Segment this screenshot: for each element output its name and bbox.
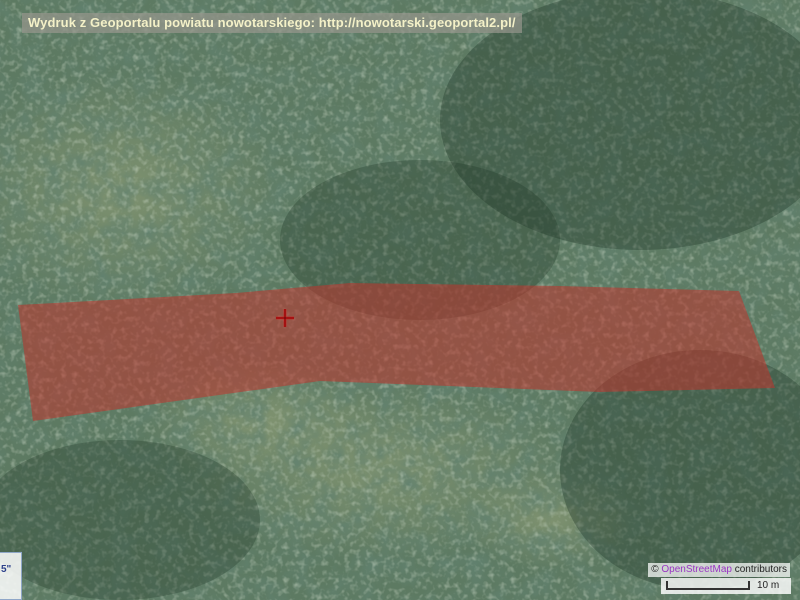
- map-attribution: © OpenStreetMap contributors: [648, 563, 790, 577]
- attribution-suffix: contributors: [734, 564, 787, 575]
- openstreetmap-link[interactable]: OpenStreetMap: [661, 564, 732, 575]
- map-canvas[interactable]: [0, 0, 800, 600]
- coordinate-text: 5": [1, 564, 12, 575]
- scale-line: 10 m: [661, 578, 791, 594]
- copyright-symbol: ©: [651, 564, 659, 575]
- scale-label: 10 m: [757, 580, 780, 591]
- coordinate-display: 5": [0, 552, 22, 600]
- scale-bar: [666, 581, 750, 590]
- print-header-title: Wydruk z Geoportalu powiatu nowotarskieg…: [22, 13, 522, 33]
